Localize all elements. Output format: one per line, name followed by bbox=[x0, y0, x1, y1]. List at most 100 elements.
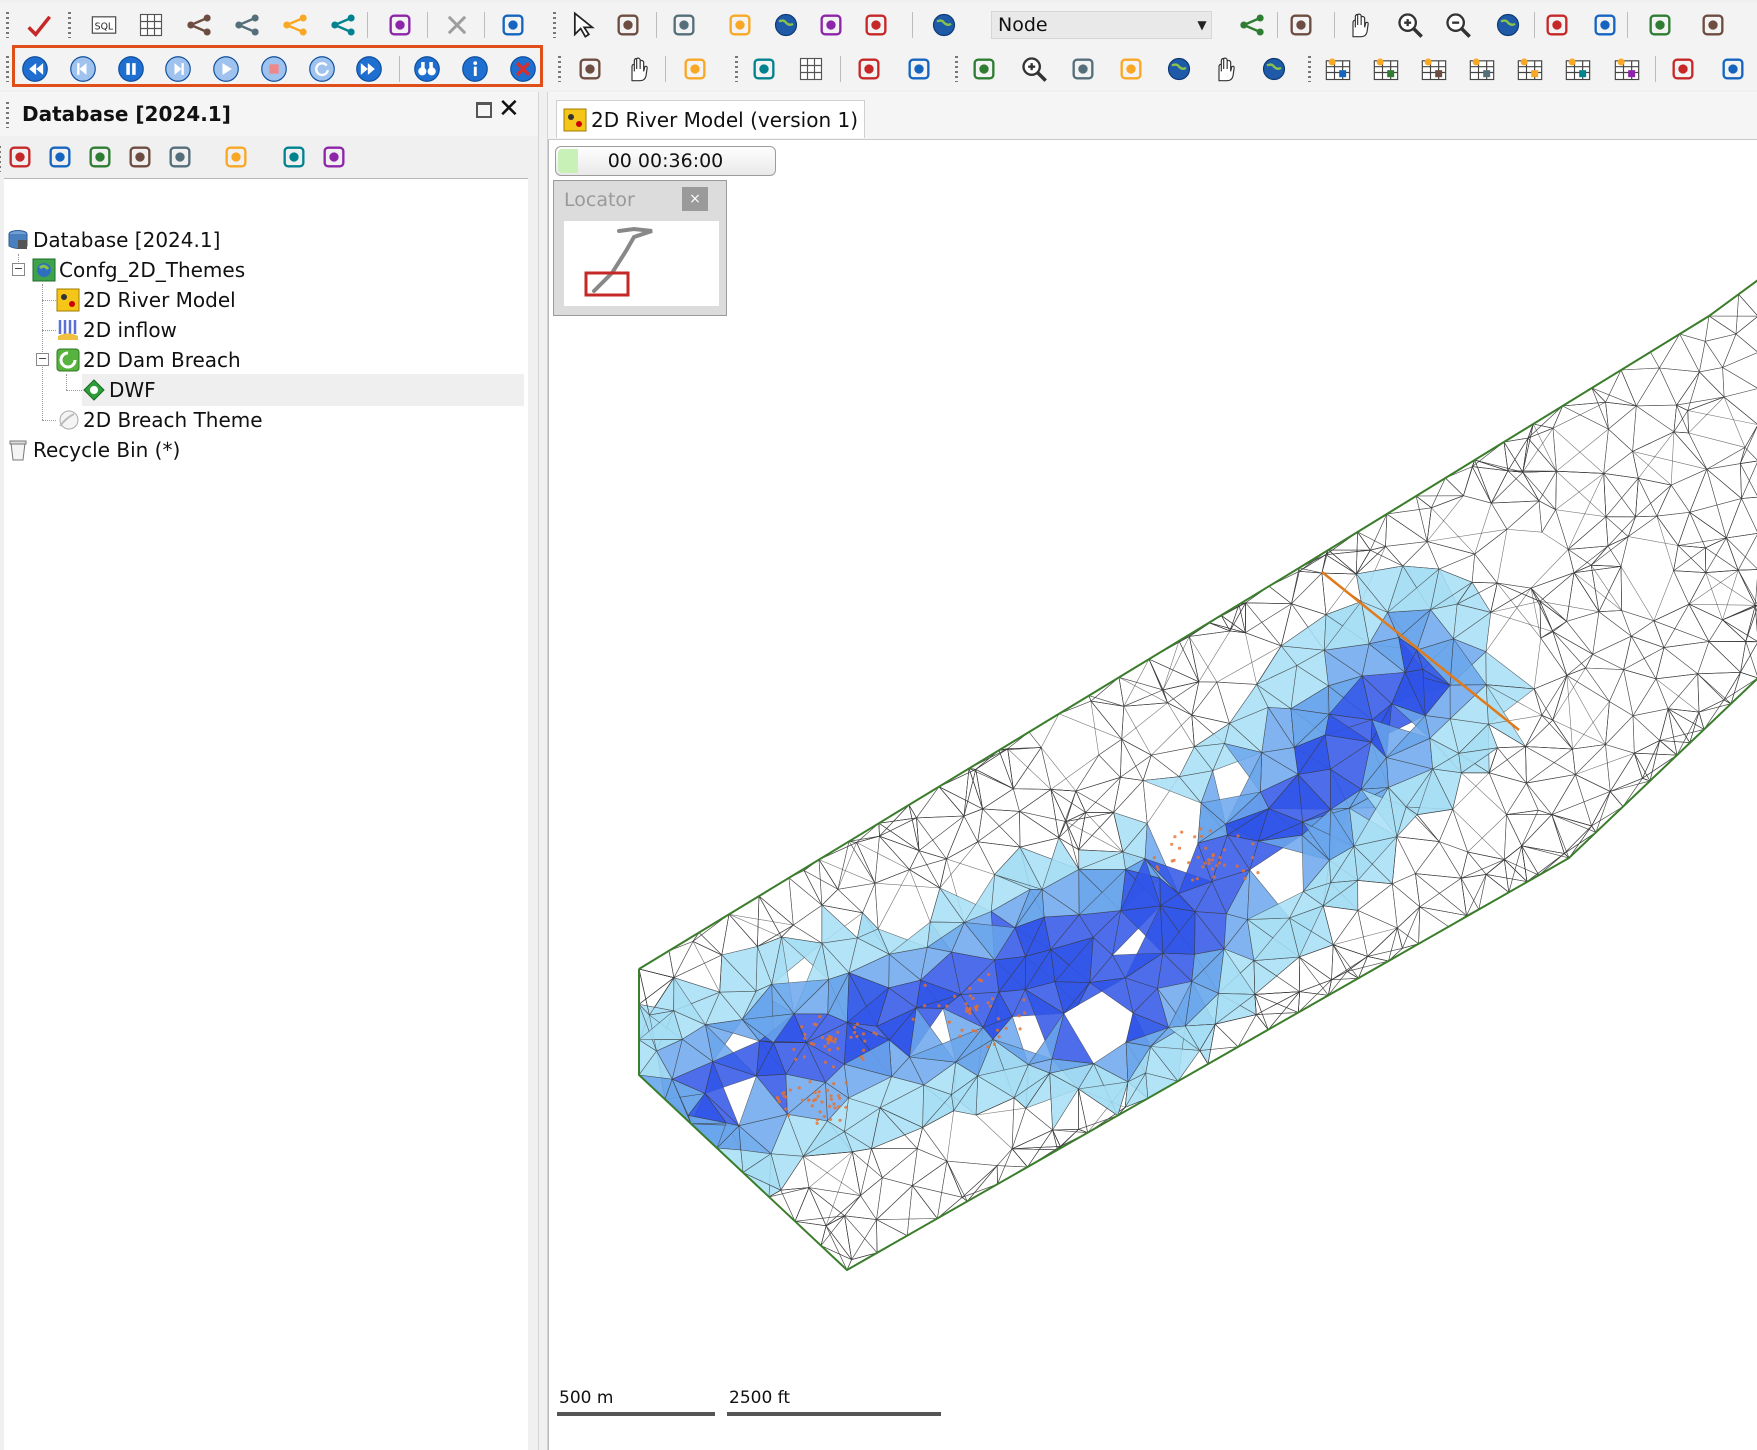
delete-x-button[interactable] bbox=[441, 10, 473, 40]
pan-button[interactable] bbox=[623, 54, 655, 84]
theme5-icon bbox=[1517, 58, 1543, 81]
export-button[interactable] bbox=[1667, 54, 1699, 84]
list-button[interactable] bbox=[84, 142, 116, 172]
frame-button[interactable] bbox=[748, 54, 780, 84]
mountain-button[interactable] bbox=[1541, 10, 1573, 40]
locator-overview[interactable] bbox=[564, 221, 719, 306]
chevron-down-icon[interactable]: ▼ bbox=[1192, 11, 1212, 39]
move-button[interactable] bbox=[968, 54, 1000, 84]
sim-time-display[interactable]: 00 00:36:00 bbox=[555, 146, 776, 176]
sql-button[interactable]: SQL bbox=[88, 10, 120, 40]
zoom-in-button[interactable] bbox=[1394, 10, 1426, 40]
layers-button[interactable] bbox=[679, 54, 711, 84]
validate-check-button[interactable] bbox=[22, 10, 54, 40]
window-search-button[interactable] bbox=[278, 142, 310, 172]
tree-item-database-2024-1[interactable]: Database [2024.1] bbox=[6, 224, 220, 256]
search-tool-button[interactable] bbox=[1589, 10, 1621, 40]
confg-expander[interactable]: − bbox=[12, 263, 25, 276]
trace-red-button[interactable] bbox=[668, 10, 700, 40]
pointer-button[interactable] bbox=[567, 10, 599, 40]
validate-check-icon bbox=[27, 15, 52, 37]
up-arrow-button[interactable] bbox=[4, 142, 36, 172]
dam-breach-expander[interactable]: − bbox=[36, 353, 49, 366]
tree-button[interactable] bbox=[318, 142, 350, 172]
tree-item-2d-breach-theme[interactable]: 2D Breach Theme bbox=[56, 404, 263, 436]
tree-item-2d-dam-breach[interactable]: 2D Dam Breach bbox=[56, 344, 241, 376]
toolbar-grip[interactable] bbox=[558, 56, 561, 82]
zoom-in-button[interactable] bbox=[1018, 54, 1050, 84]
zoom-window-button[interactable] bbox=[574, 54, 606, 84]
toolbar-grip[interactable] bbox=[6, 12, 9, 38]
select-delete-button[interactable] bbox=[497, 10, 529, 40]
mesh-triangles bbox=[637, 280, 1757, 1271]
pipe-tool-button[interactable] bbox=[1285, 10, 1317, 40]
theme3-button[interactable] bbox=[1418, 54, 1450, 84]
locator-close-button[interactable]: × bbox=[682, 187, 708, 211]
tree-item-dwf[interactable]: DWF bbox=[82, 374, 524, 406]
grid-button[interactable] bbox=[135, 10, 167, 40]
network-red2-button[interactable] bbox=[279, 10, 311, 40]
toolbar-grip[interactable] bbox=[68, 12, 71, 38]
locator-window[interactable]: Locator × bbox=[553, 180, 727, 316]
pan-hand-button[interactable] bbox=[1344, 10, 1376, 40]
panel-splitter[interactable] bbox=[538, 92, 548, 1450]
theme7-button[interactable] bbox=[1611, 54, 1643, 84]
center-button[interactable] bbox=[1067, 54, 1099, 84]
earth-button[interactable] bbox=[1258, 54, 1290, 84]
theme1-button[interactable] bbox=[1322, 54, 1354, 84]
table-button[interactable] bbox=[795, 54, 827, 84]
import-button[interactable] bbox=[1717, 54, 1749, 84]
theme2-button[interactable] bbox=[1370, 54, 1402, 84]
select-polygon-button[interactable] bbox=[612, 10, 644, 40]
toolbar-grip[interactable] bbox=[1308, 56, 1311, 82]
find-network-button[interactable] bbox=[1236, 10, 1268, 40]
zoom-out-button[interactable] bbox=[1442, 10, 1474, 40]
globe-tool-button[interactable] bbox=[770, 10, 802, 40]
globe2-button[interactable] bbox=[1163, 54, 1195, 84]
trace-button[interactable] bbox=[1644, 10, 1676, 40]
network-green-button[interactable] bbox=[231, 10, 263, 40]
toolbar-grip[interactable] bbox=[0, 146, 1, 172]
zoom-window-icon bbox=[579, 58, 601, 80]
calendar-button[interactable] bbox=[124, 142, 156, 172]
network-red-button[interactable] bbox=[183, 10, 215, 40]
theme4-button[interactable] bbox=[1466, 54, 1498, 84]
tree-item-label: 2D Dam Breach bbox=[83, 348, 241, 372]
close-icon[interactable]: ✕ bbox=[498, 94, 520, 124]
window-button[interactable] bbox=[853, 54, 885, 84]
sort-button[interactable] bbox=[164, 142, 196, 172]
maximize-icon[interactable] bbox=[476, 102, 492, 118]
ruler-button[interactable] bbox=[860, 10, 892, 40]
tree-item-2d-river-model[interactable]: 2D River Model bbox=[56, 284, 236, 316]
hand-button[interactable] bbox=[1210, 54, 1242, 84]
tree-item-2d-inflow[interactable]: 2D inflow bbox=[56, 314, 177, 346]
mesh-canvas[interactable] bbox=[549, 140, 1757, 1450]
theme6-button[interactable] bbox=[1562, 54, 1594, 84]
node-tool-button[interactable] bbox=[724, 10, 756, 40]
toolbar-grip[interactable] bbox=[553, 12, 556, 38]
tree-item-confg-2d-themes[interactable]: Confg_2D_Themes bbox=[32, 254, 245, 286]
text-tool-button[interactable] bbox=[815, 10, 847, 40]
refresh-button[interactable] bbox=[44, 142, 76, 172]
split-button[interactable] bbox=[1697, 10, 1729, 40]
info-globe-button[interactable] bbox=[1492, 10, 1524, 40]
layer-globe-button[interactable] bbox=[928, 10, 960, 40]
toolbar-grip[interactable] bbox=[735, 56, 738, 82]
tree-item-recycle-bin[interactable]: Recycle Bin (*) bbox=[6, 434, 180, 466]
layer-select[interactable]: Node bbox=[991, 11, 1212, 39]
database-tree[interactable]: − − Database [2024.1] Confg_2D_Themes 2D Riv… bbox=[4, 178, 528, 1450]
find-button[interactable] bbox=[220, 142, 252, 172]
binoculars-button[interactable] bbox=[384, 10, 416, 40]
zoom-extent-button[interactable] bbox=[1115, 54, 1147, 84]
toolbar-grip[interactable] bbox=[955, 56, 958, 82]
scale-label-metric: 500 m bbox=[559, 1388, 614, 1408]
toolbar-separator bbox=[1655, 56, 1656, 82]
theme5-button[interactable] bbox=[1514, 54, 1546, 84]
zoom-out-icon bbox=[1446, 13, 1471, 38]
network-gray-button[interactable] bbox=[327, 10, 359, 40]
map-view[interactable]: 00 00:36:00 Locator × 500 m 2500 ft bbox=[548, 140, 1757, 1450]
window2-button[interactable] bbox=[903, 54, 935, 84]
panel-grip[interactable] bbox=[6, 102, 9, 128]
toolbar-grip[interactable] bbox=[6, 56, 9, 82]
tab-2d-river-model[interactable]: 2D River Model (version 1) bbox=[556, 100, 866, 138]
